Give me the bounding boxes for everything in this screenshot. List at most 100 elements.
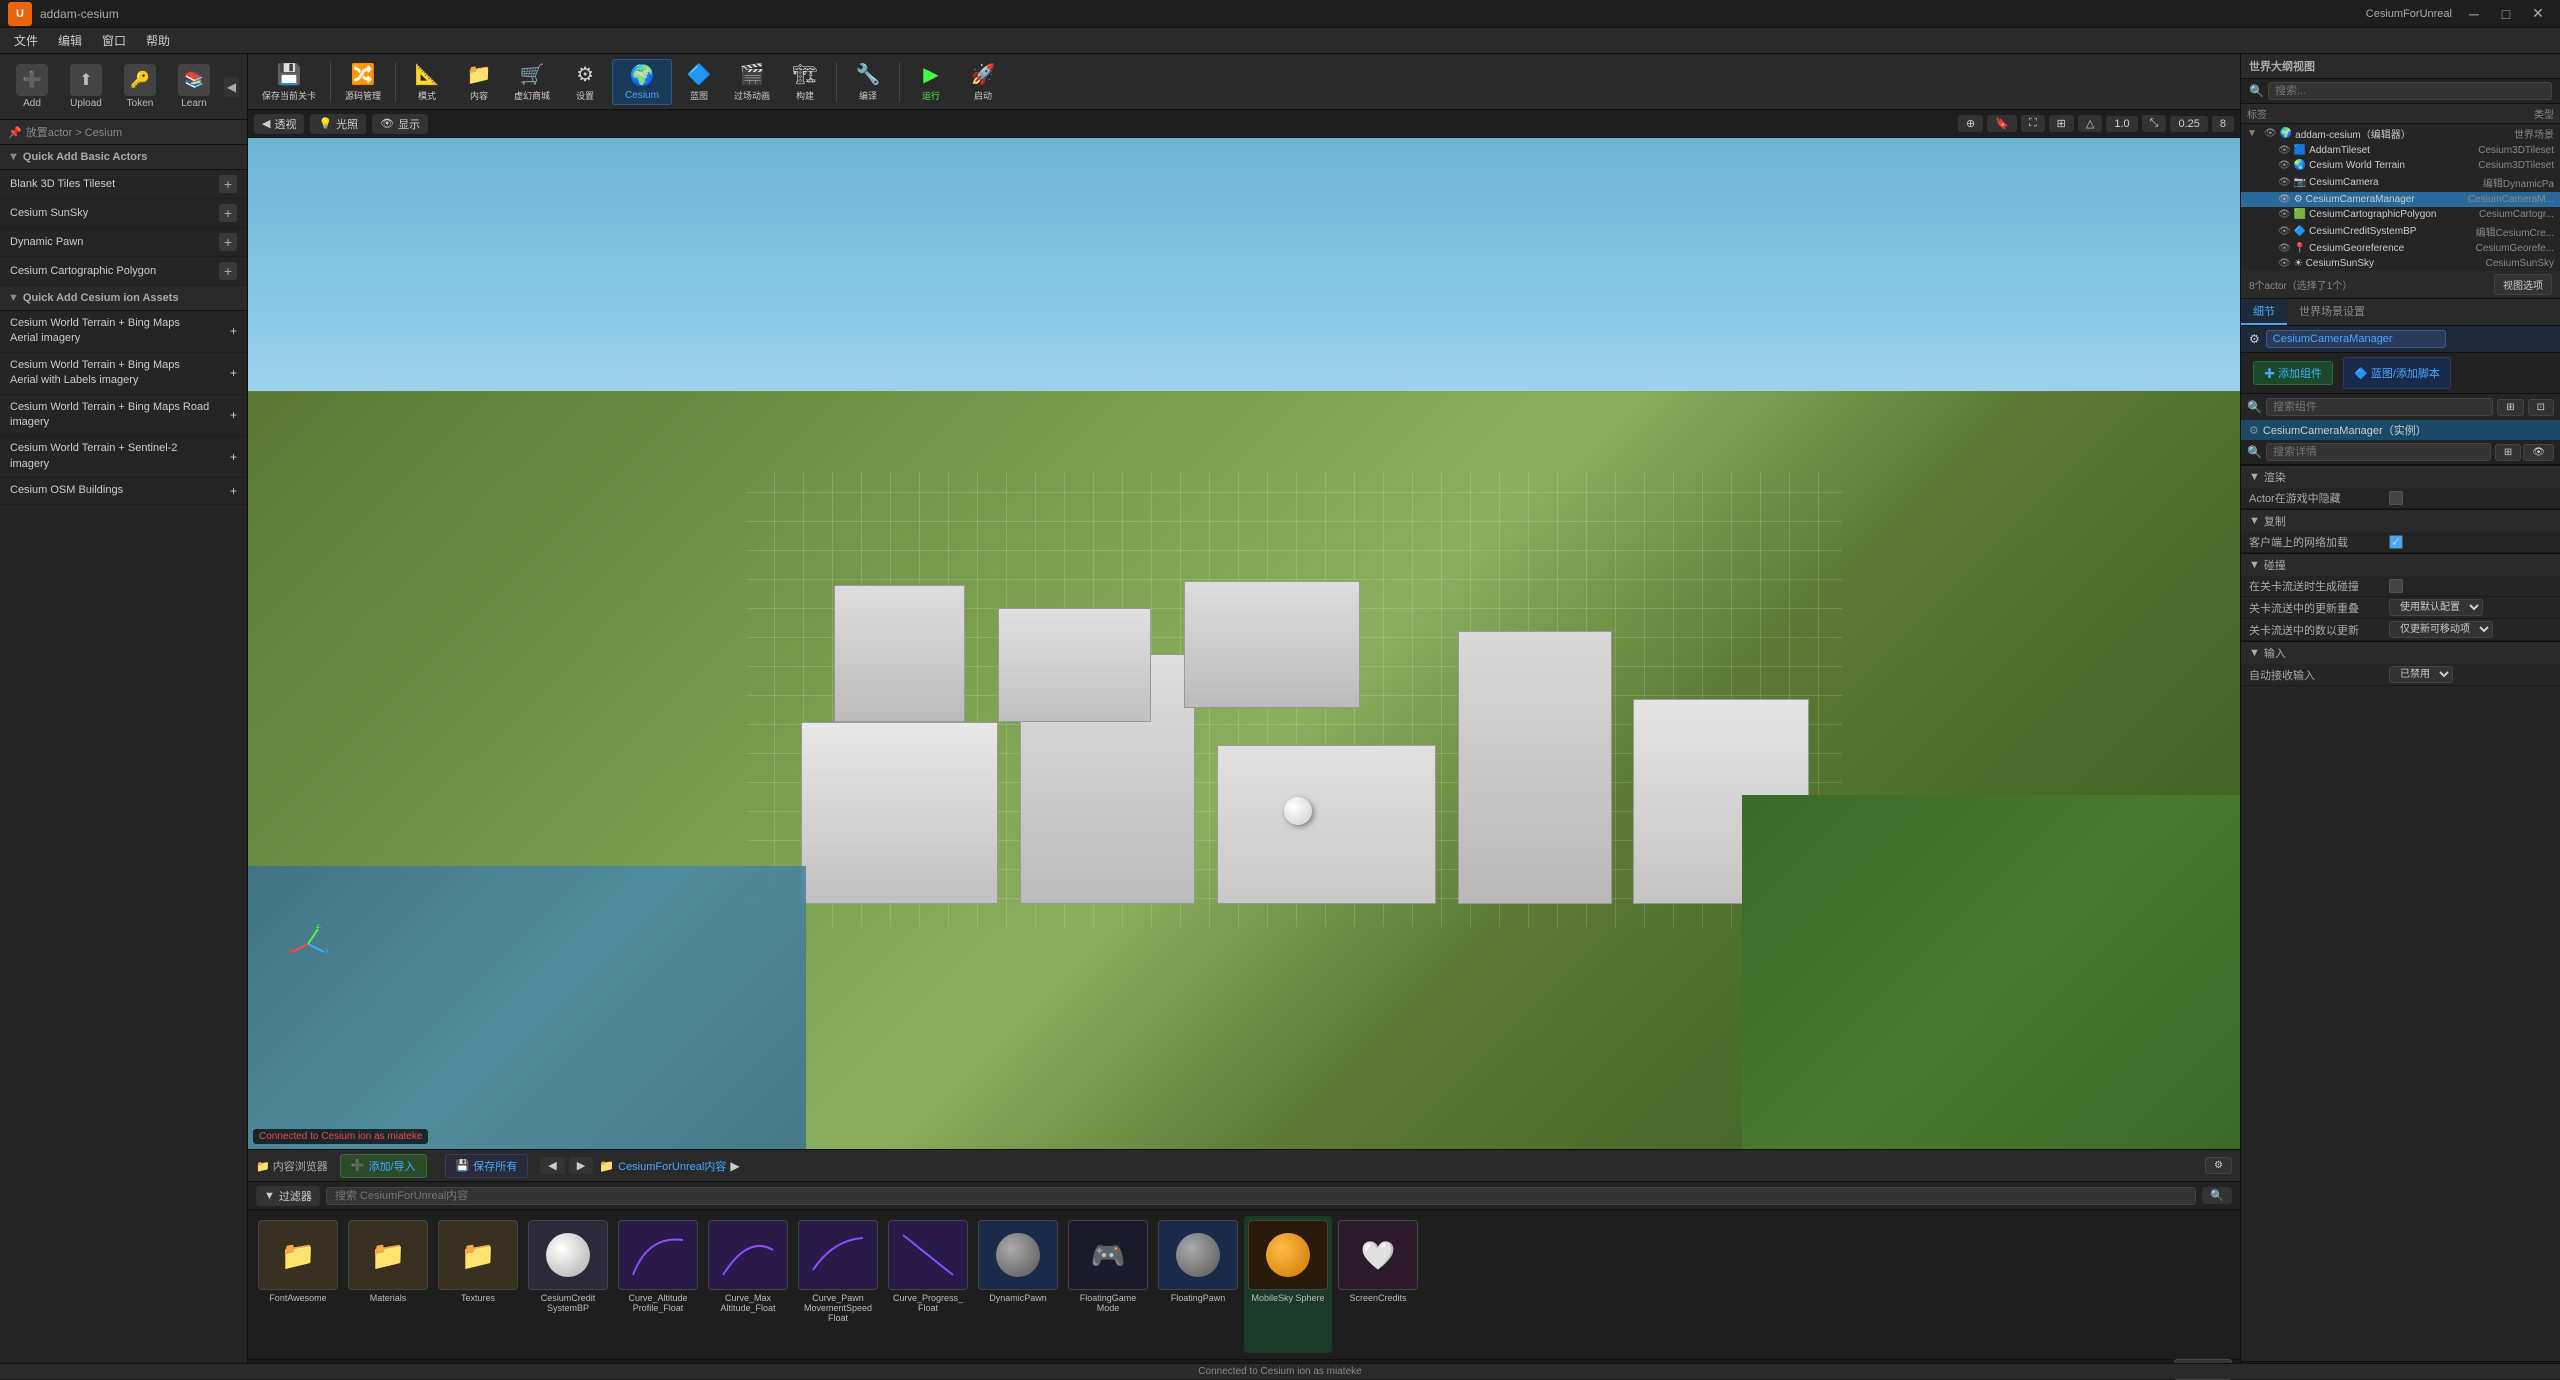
cesium-cartographic-polygon-item[interactable]: Cesium Cartographic Polygon +	[0, 257, 247, 286]
details-tab[interactable]: 细节	[2241, 299, 2287, 325]
bookmark-button[interactable]: 🔖	[1987, 115, 2017, 132]
list-item[interactable]: Curve_Progress_ Float	[884, 1216, 972, 1353]
cesium-osm-buildings-item[interactable]: Cesium OSM Buildings +	[0, 478, 247, 504]
render-section-header[interactable]: ▼ 渲染	[2241, 466, 2560, 488]
filter-button[interactable]: ▼ 过滤器	[256, 1186, 320, 1206]
back-button[interactable]: ◀	[540, 1157, 564, 1174]
list-item[interactable]: Curve_Max Altitude_Float	[704, 1216, 792, 1353]
blueprint-script-button[interactable]: 🔷 蓝图/添加脚本	[2343, 357, 2451, 389]
marketplace-button[interactable]: 🛒 虚幻商城	[506, 59, 558, 105]
tree-item-cesium-cartographic[interactable]: 👁 🟩 CesiumCartographicPolygon CesiumCart…	[2241, 207, 2560, 222]
mode-button[interactable]: 📐 模式	[402, 59, 452, 105]
add-cesium-sunsky-button[interactable]: +	[219, 204, 237, 222]
actor-hidden-checkbox[interactable]	[2389, 491, 2403, 505]
forward-button[interactable]: ▶	[569, 1157, 593, 1174]
collision-section-header[interactable]: ▼ 碰撞	[2241, 554, 2560, 576]
list-item[interactable]: 📁 Textures	[434, 1216, 522, 1353]
component-extra-button[interactable]: ⊡	[2528, 399, 2554, 416]
list-item[interactable]: 📁 Materials	[344, 1216, 432, 1353]
compile-button[interactable]: 🔧 编译	[843, 59, 893, 105]
auto-receive-input-dropdown[interactable]: 已禁用	[2389, 666, 2453, 683]
tree-item-root[interactable]: ▼ 👁 🌍 addam-cesium（编辑器） 世界场景	[2241, 124, 2560, 143]
list-item[interactable]: 🎮 FloatingGame Mode	[1064, 1216, 1152, 1353]
tree-item-cesium-georeference[interactable]: 👁 📍 CesiumGeoreference CesiumGeorefe...	[2241, 241, 2560, 256]
add-road-button[interactable]: +	[230, 408, 237, 422]
settings-button[interactable]: ⚙ 设置	[560, 59, 610, 105]
show-button[interactable]: 👁 显示	[372, 114, 428, 134]
sidebar-collapse-button[interactable]: ◀	[224, 77, 239, 97]
source-control-button[interactable]: 🔀 源码管理	[337, 59, 389, 105]
add-aerial-button[interactable]: +	[230, 324, 237, 338]
snap-angle-value[interactable]: 1.0	[2106, 116, 2137, 132]
minimize-button[interactable]: ─	[2460, 4, 2488, 24]
list-item[interactable]: 🤍 ScreenCredits	[1334, 1216, 1422, 1353]
maximize-button[interactable]: □	[2492, 4, 2520, 24]
add-button[interactable]: ➕ Add	[8, 60, 56, 113]
list-item[interactable]: FloatingPawn	[1154, 1216, 1242, 1353]
menu-file[interactable]: 文件	[4, 30, 48, 51]
token-button[interactable]: 🔑 Token	[116, 60, 164, 113]
list-item[interactable]: Curve_Pawn MovementSpeed Float	[794, 1216, 882, 1353]
outliner-view-options-button[interactable]: 视图选项	[2494, 274, 2552, 295]
replication-section-header[interactable]: ▼ 复制	[2241, 510, 2560, 532]
gen-overlap-checkbox[interactable]	[2389, 579, 2403, 593]
lighting-button[interactable]: 💡 光照	[310, 114, 366, 134]
camera-count-button[interactable]: 8	[2212, 116, 2234, 132]
list-item[interactable]: CesiumCredit SystemBP	[524, 1216, 612, 1353]
upload-button[interactable]: ⬆ Upload	[62, 60, 110, 113]
snap-value[interactable]: 0.25	[2170, 116, 2207, 132]
scale-button[interactable]: ⤡	[2142, 115, 2167, 132]
component-list-view-button[interactable]: ⊞	[2497, 399, 2523, 416]
save-level-button[interactable]: 💾 保存当前关卡	[254, 59, 324, 105]
update-threshold-dropdown[interactable]: 仅更新可移动项	[2389, 621, 2493, 638]
quick-add-basic-section[interactable]: ▼ Quick Add Basic Actors	[0, 145, 247, 170]
content-button[interactable]: 📁 内容	[454, 59, 504, 105]
list-item[interactable]: 📁 FontAwesome	[254, 1216, 342, 1353]
tree-item-cesium-camera[interactable]: 👁 📷 CesiumCamera 编辑DynamicPa	[2241, 173, 2560, 192]
content-search-button[interactable]: 🔍	[2202, 1187, 2232, 1204]
tree-item-cesium-credit-system[interactable]: 👁 🔷 CesiumCreditSystemBP 编辑CesiumCre...	[2241, 222, 2560, 241]
menu-window[interactable]: 窗口	[92, 30, 136, 51]
tree-item-cesium-camera-manager[interactable]: 👁 ⚙ CesiumCameraManager CesiumCameraM...	[2241, 192, 2560, 207]
menu-edit[interactable]: 编辑	[48, 30, 92, 51]
outliner-search-input[interactable]	[2268, 82, 2552, 100]
grid-button[interactable]: ⊞	[2049, 115, 2074, 132]
play-button[interactable]: ▶ 运行	[906, 59, 956, 105]
content-browser-settings-button[interactable]: ⚙	[2205, 1157, 2232, 1174]
learn-button[interactable]: 📚 Learn	[170, 60, 218, 113]
tree-item-cesium-world-terrain[interactable]: 👁 🌏 Cesium World Terrain Cesium3DTileset	[2241, 158, 2560, 173]
add-sentinel2-button[interactable]: +	[230, 450, 237, 464]
dynamic-pawn-item[interactable]: Dynamic Pawn +	[0, 228, 247, 257]
menu-help[interactable]: 帮助	[136, 30, 180, 51]
net-load-checkbox[interactable]: ✓	[2389, 535, 2403, 549]
launch-button[interactable]: 🚀 启动	[958, 59, 1008, 105]
component-item-cesium-camera-manager[interactable]: ⚙ CesiumCameraManager（实例）	[2241, 420, 2560, 440]
input-section-header[interactable]: ▼ 输入	[2241, 642, 2560, 664]
tree-item-addam-tileset[interactable]: 👁 🟦 AddamTileset Cesium3DTileset	[2241, 143, 2560, 158]
cesium-world-terrain-aerial-labels-item[interactable]: Cesium World Terrain + Bing Maps Aerial …	[0, 353, 247, 395]
update-overlaps-dropdown[interactable]: 使用默认配置	[2389, 599, 2483, 616]
quick-add-ion-section[interactable]: ▼ Quick Add Cesium ion Assets	[0, 286, 247, 311]
camera-speed-button[interactable]: ⊕	[1958, 115, 1983, 132]
cinematics-button[interactable]: 🎬 过场动画	[726, 59, 778, 105]
list-item[interactable]: MobileSky Sphere	[1244, 1216, 1332, 1353]
actor-name-input[interactable]	[2266, 330, 2446, 348]
details-eye-button[interactable]: 👁	[2523, 444, 2554, 461]
viewport[interactable]: X Z Y Connected to Cesium ion as miateke	[248, 138, 2240, 1149]
add-import-button[interactable]: ➕ 添加/导入	[340, 1154, 427, 1178]
add-aerial-labels-button[interactable]: +	[230, 366, 237, 380]
tree-item-cesium-sunsky[interactable]: 👁 ☀ CesiumSunSky CesiumSunSky	[2241, 256, 2560, 271]
details-grid-view-button[interactable]: ⊞	[2495, 444, 2521, 461]
angle-snap-button[interactable]: △	[2078, 115, 2102, 132]
maximize-viewport-button[interactable]: ⛶	[2021, 115, 2045, 132]
list-item[interactable]: Curve_Altitude Profile_Float	[614, 1216, 702, 1353]
add-dynamic-pawn-button[interactable]: +	[219, 233, 237, 251]
add-component-button[interactable]: ✚ 添加组件	[2253, 361, 2333, 385]
details-search-input[interactable]	[2266, 443, 2491, 461]
build-button[interactable]: 🏗 构建	[780, 59, 830, 105]
cesium-world-terrain-sentinel2-item[interactable]: Cesium World Terrain + Sentinel-2 imager…	[0, 436, 247, 478]
content-search-input[interactable]	[326, 1187, 2196, 1205]
perspective-button[interactable]: ◀ 透视	[254, 114, 304, 134]
add-cesium-cartographic-button[interactable]: +	[219, 262, 237, 280]
save-all-button[interactable]: 💾 保存所有	[445, 1154, 529, 1178]
